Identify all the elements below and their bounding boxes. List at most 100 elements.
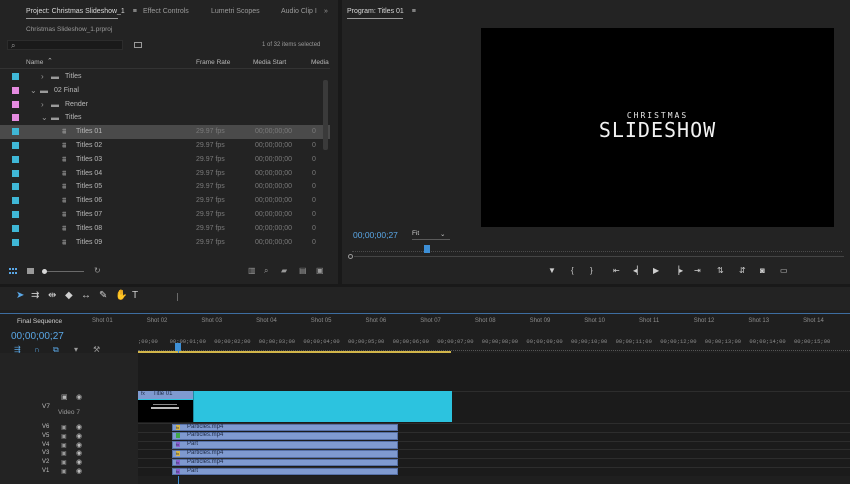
shot-marker[interactable]: Shot 08 — [475, 318, 496, 324]
new-search-bin-icon[interactable] — [134, 42, 142, 48]
lock-icon[interactable]: ▣ — [61, 424, 67, 431]
tab-overflow-icon[interactable]: » — [324, 8, 328, 15]
video-clip[interactable]: Particles.mp4 — [172, 432, 398, 440]
label-color-swatch[interactable]: #3fb7d6 — [12, 238, 19, 246]
video-clip[interactable]: fx Part — [172, 441, 398, 449]
mark-out-icon[interactable]: } — [590, 266, 593, 275]
track-select-tool-icon[interactable]: ⇉ — [31, 290, 39, 301]
timeline-timecode[interactable]: 00;00;00;27 — [11, 331, 64, 342]
project-list-item[interactable]: #e58be0 ⌄ ▬ Titles — [0, 111, 330, 125]
label-color-swatch[interactable]: #3fb7d6 — [12, 197, 19, 205]
lock-icon[interactable]: ▣ — [61, 468, 67, 475]
chevron-down-icon[interactable]: ⌄ — [41, 114, 48, 122]
project-list-item[interactable]: #3fb7d6 ⩩ Titles 01 29.97 fps 00;00;00;0… — [0, 125, 330, 139]
project-list-item[interactable]: #3fb7d6 ⩩ Titles 04 29.97 fps 00;00;00;0… — [0, 167, 330, 181]
icon-view-icon[interactable] — [27, 268, 34, 274]
video-clip[interactable]: fx Particles.mp4 — [172, 458, 398, 467]
label-color-swatch[interactable]: #3fb7d6 — [12, 73, 19, 80]
project-list-item[interactable]: #3fb7d6 ⩩ Titles 02 29.97 fps 00;00;00;0… — [0, 139, 330, 153]
column-name[interactable]: Name — [26, 59, 43, 66]
shot-marker[interactable]: Shot 13 — [748, 318, 769, 324]
hand-tool-icon[interactable]: ✋ — [115, 290, 127, 301]
eye-icon[interactable]: ◉ — [76, 441, 82, 449]
add-marker-icon[interactable]: ▼ — [548, 266, 556, 275]
eye-icon[interactable]: ◉ — [76, 432, 82, 440]
go-to-in-icon[interactable]: ⇤ — [613, 266, 620, 275]
project-list-item[interactable]: #e58be0 ⌄ ▬ 02 Final — [0, 84, 330, 98]
clear-icon[interactable]: ▣ — [316, 267, 324, 275]
track-label[interactable]: V4 — [42, 442, 49, 448]
eye-icon[interactable]: ◉ — [76, 423, 82, 431]
export-frame-icon[interactable]: ◙ — [760, 266, 765, 275]
new-bin-icon[interactable]: ▰ — [281, 267, 287, 275]
column-media-start[interactable]: Media Start — [253, 59, 286, 66]
find-icon[interactable]: ⌕ — [264, 267, 268, 275]
tab-effect-controls[interactable]: Effect Controls — [143, 8, 189, 15]
shot-marker[interactable]: Shot 03 — [201, 318, 222, 324]
step-forward-icon[interactable]: ▕▸ — [673, 266, 683, 275]
type-tool-icon[interactable]: T — [132, 290, 138, 301]
title-clip[interactable]: fx Title 01 — [138, 391, 452, 422]
timeline-playhead-head[interactable] — [175, 343, 181, 351]
shot-marker[interactable]: Shot 04 — [256, 318, 277, 324]
selection-tool-icon[interactable]: ➤ — [16, 290, 24, 301]
project-list-item[interactable]: #3fb7d6 ⩩ Titles 06 29.97 fps 00;00;00;0… — [0, 194, 330, 208]
track-label[interactable]: V5 — [42, 433, 49, 439]
new-item-icon[interactable]: ▤ — [299, 267, 307, 275]
search-input[interactable]: ⌕ — [7, 40, 123, 50]
go-to-out-icon[interactable]: ⇥ — [694, 266, 701, 275]
video-clip[interactable]: fx Part — [172, 467, 398, 476]
program-timecode[interactable]: 00;00;00;27 — [353, 230, 398, 240]
automate-to-sequence-icon[interactable]: ▥ — [248, 267, 256, 275]
project-list-item[interactable]: #3fb7d6 ⩩ Titles 05 29.97 fps 00;00;00;0… — [0, 180, 330, 194]
lift-icon[interactable]: ⇅ — [717, 266, 724, 275]
mini-scrollbar[interactable] — [348, 254, 846, 259]
lock-icon[interactable]: ▣ — [61, 459, 67, 466]
tab-audio-clip[interactable]: Audio Clip I — [281, 8, 317, 15]
timeline-tab[interactable]: Final Sequence — [17, 318, 62, 325]
project-list-item[interactable]: #3fb7d6 ⩩ Titles 08 29.97 fps 00;00;00;0… — [0, 222, 330, 236]
lock-icon[interactable]: ▣ — [61, 442, 67, 449]
label-color-swatch[interactable]: #e58be0 — [12, 114, 19, 122]
column-media-duration[interactable]: Media — [311, 59, 329, 66]
project-list-item[interactable]: #e58be0 › ▬ Render — [0, 98, 330, 112]
mark-in-icon[interactable]: { — [571, 266, 574, 275]
shot-marker[interactable]: Shot 05 — [311, 318, 332, 324]
pen-tool-icon[interactable]: ✎ — [99, 290, 107, 301]
tab-lumetri-scopes[interactable]: Lumetri Scopes — [211, 8, 260, 15]
panel-menu-icon[interactable]: ≡ — [133, 8, 137, 15]
program-menu-icon[interactable]: ≡ — [412, 8, 416, 15]
list-view-icon[interactable] — [9, 268, 17, 274]
shot-marker[interactable]: Shot 07 — [420, 318, 441, 324]
track-label[interactable]: V6 — [42, 424, 49, 430]
project-list-item[interactable]: #3fb7d6 ⩩ Titles 07 29.97 fps 00;00;00;0… — [0, 208, 330, 222]
eye-icon[interactable]: ◉ — [76, 458, 82, 466]
shot-marker[interactable]: Shot 12 — [694, 318, 715, 324]
zoom-select[interactable]: Fit ⌄ — [412, 230, 450, 239]
shot-marker[interactable]: Shot 14 — [803, 318, 824, 324]
track-label[interactable]: V2 — [42, 459, 49, 465]
label-color-swatch[interactable]: #3fb7d6 — [12, 155, 19, 163]
play-icon[interactable]: ▶ — [653, 266, 659, 275]
label-color-swatch[interactable]: #3fb7d6 — [12, 211, 19, 218]
tab-program[interactable]: Program: Titles 01 ≡ — [347, 8, 416, 15]
label-color-swatch[interactable]: #3fb7d6 — [12, 128, 19, 136]
lock-icon[interactable]: ▣ — [61, 433, 67, 440]
shot-marker[interactable]: Shot 10 — [584, 318, 605, 324]
shot-marker[interactable]: Shot 09 — [530, 318, 551, 324]
shot-marker[interactable]: Shot 06 — [366, 318, 387, 324]
ripple-edit-tool-icon[interactable]: ⇹ — [48, 290, 56, 301]
eye-icon[interactable]: ◉ — [76, 467, 82, 475]
column-frame-rate[interactable]: Frame Rate — [196, 59, 230, 66]
label-color-swatch[interactable]: #3fb7d6 — [12, 183, 19, 191]
video-clip[interactable]: fx Particles.mp4 — [172, 450, 398, 458]
chevron-right-icon[interactable]: › — [41, 73, 44, 81]
label-color-swatch[interactable]: #3fb7d6 — [12, 142, 19, 149]
label-color-swatch[interactable]: #3fb7d6 — [12, 169, 19, 177]
project-scrollbar[interactable] — [323, 80, 328, 150]
sort-icons-icon[interactable]: ↻ — [94, 267, 101, 275]
shot-marker[interactable]: Shot 02 — [147, 318, 168, 324]
mini-playhead[interactable] — [424, 245, 430, 253]
project-list-item[interactable]: #3fb7d6 › ▬ Titles — [0, 70, 330, 84]
lock-icon[interactable]: ▣ — [61, 450, 67, 457]
